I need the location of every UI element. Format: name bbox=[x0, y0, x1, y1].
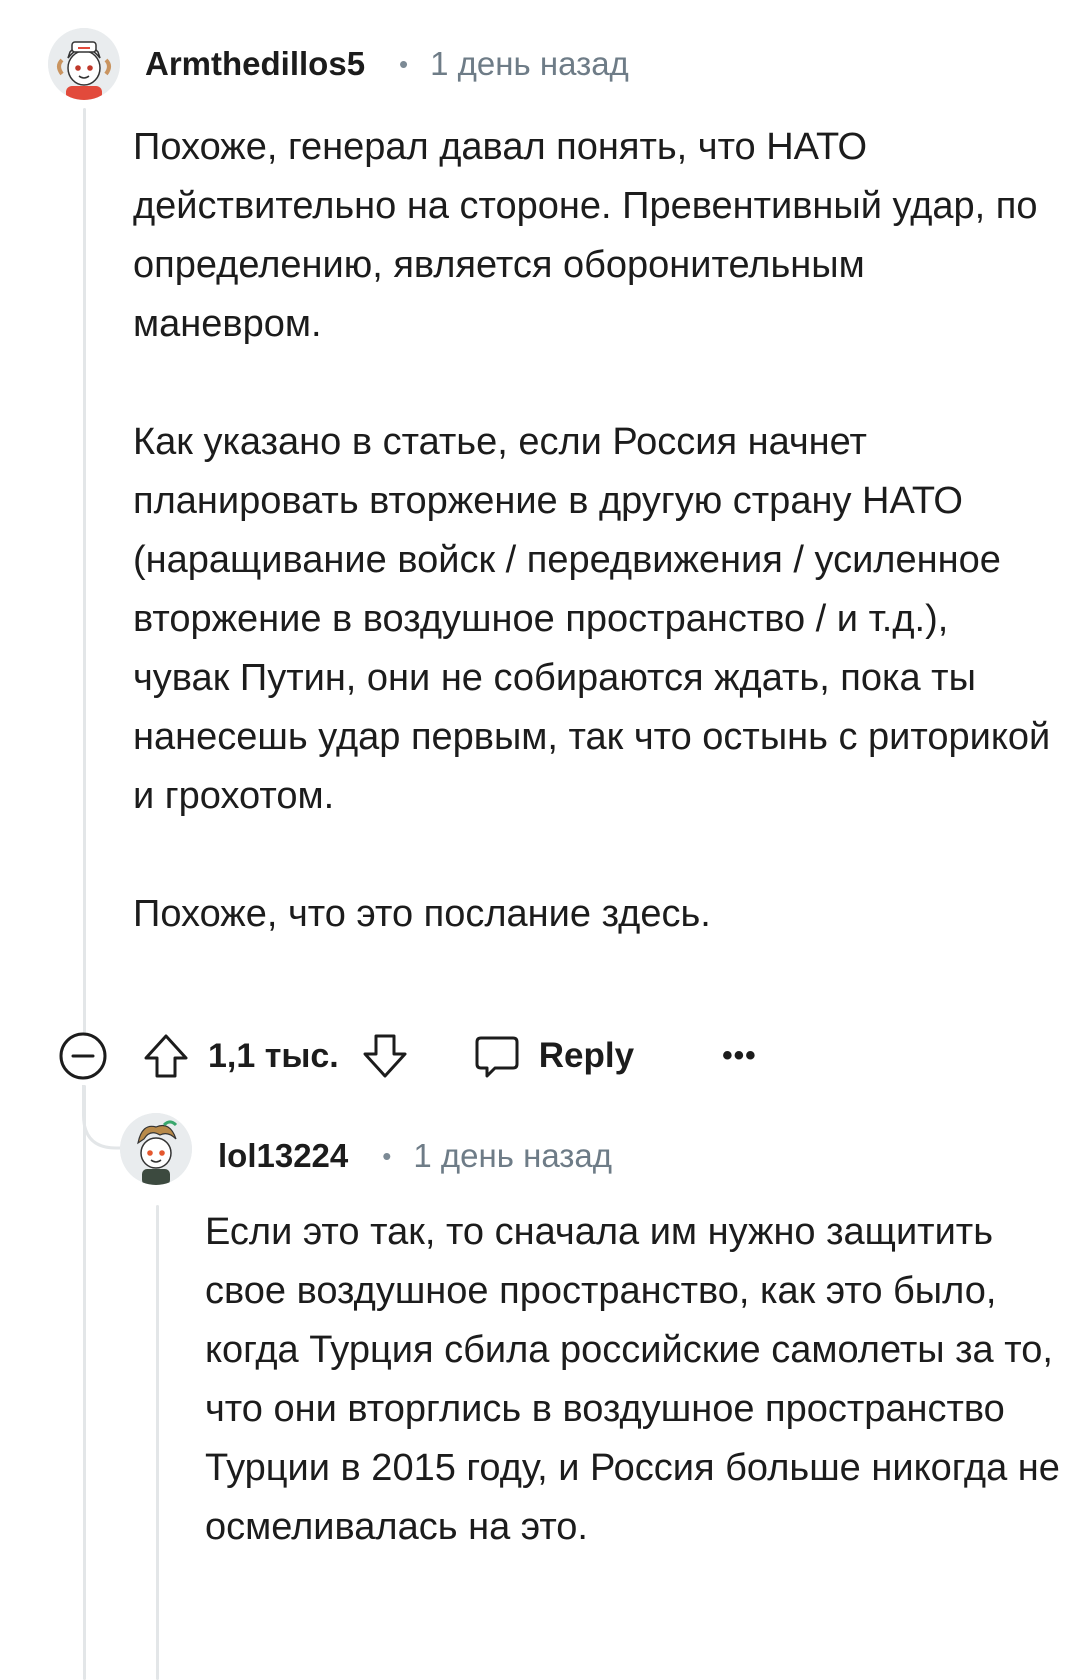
user-avatar-icon bbox=[120, 1113, 192, 1185]
avatar[interactable] bbox=[120, 1113, 192, 1185]
speech-bubble-icon bbox=[475, 1036, 519, 1078]
meta-separator: • bbox=[382, 1140, 392, 1171]
arrow-down-icon bbox=[363, 1034, 407, 1078]
username[interactable]: lol13224 bbox=[218, 1137, 348, 1175]
arrow-up-icon bbox=[144, 1034, 188, 1078]
more-options-button[interactable]: ••• bbox=[722, 1039, 757, 1073]
collapse-thread-button[interactable] bbox=[58, 1031, 108, 1081]
comment-body: Похоже, генерал давал понять, что НАТО д… bbox=[133, 118, 1053, 944]
reply-button[interactable]: Reply bbox=[473, 1032, 634, 1080]
timestamp[interactable]: 1 день назад bbox=[413, 1137, 612, 1175]
downvote-button[interactable] bbox=[361, 1032, 409, 1080]
comment-meta: Armthedillos5 • 1 день назад bbox=[145, 43, 629, 85]
username[interactable]: Armthedillos5 bbox=[145, 45, 365, 83]
comment-actions: 1,1 тыс. Reply ••• bbox=[58, 1032, 757, 1080]
vote-count: 1,1 тыс. bbox=[208, 1036, 339, 1075]
comment-paragraph: Похоже, генерал давал понять, что НАТО д… bbox=[133, 126, 1038, 345]
thread-line-reply bbox=[156, 1205, 159, 1680]
avatar[interactable] bbox=[48, 28, 120, 100]
upvote-button[interactable] bbox=[142, 1032, 190, 1080]
comment-paragraph: Если это так, то сначала им нужно защити… bbox=[205, 1211, 1060, 1548]
thread-line-primary bbox=[83, 108, 86, 1046]
comment-meta: lol13224 • 1 день назад bbox=[218, 1135, 612, 1177]
comment-paragraph: Похоже, что это послание здесь. bbox=[133, 893, 711, 935]
user-avatar-icon bbox=[48, 28, 120, 100]
thread-line-primary-continued bbox=[83, 1085, 86, 1680]
reply-label: Reply bbox=[538, 1036, 635, 1075]
comment-body: Если это так, то сначала им нужно защити… bbox=[205, 1203, 1065, 1557]
meta-separator: • bbox=[399, 48, 409, 79]
minus-circle-icon bbox=[59, 1032, 107, 1080]
comment-paragraph: Как указано в статье, если Россия начнет… bbox=[133, 421, 1051, 817]
timestamp[interactable]: 1 день назад bbox=[430, 45, 629, 83]
